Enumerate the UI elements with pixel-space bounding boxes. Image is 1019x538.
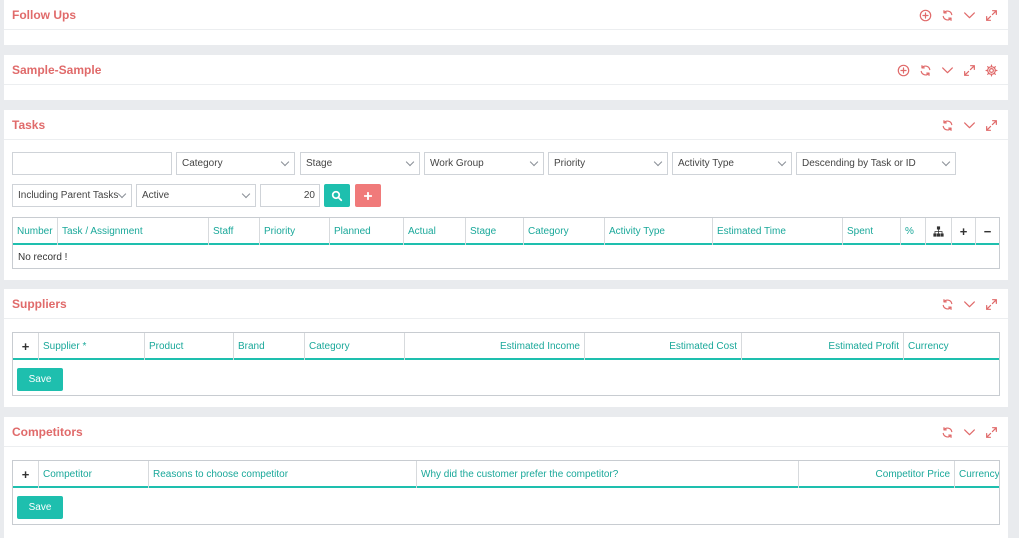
follow-ups-header: Follow Ups: [4, 0, 1008, 30]
tasks-panel: Tasks Category Stage Work Group Priority…: [4, 110, 1008, 280]
column-header[interactable]: Product: [144, 333, 233, 360]
column-header[interactable]: Category: [304, 333, 404, 360]
refresh-icon[interactable]: [938, 6, 956, 24]
tasks-table: Number Task / Assignment Staff Priority …: [12, 217, 1000, 269]
suppliers-table-header: + Supplier * Product Brand Category Esti…: [13, 333, 999, 360]
priority-select[interactable]: Priority: [548, 152, 668, 175]
column-header[interactable]: Estimated Time: [712, 218, 842, 245]
expand-icon[interactable]: [982, 116, 1000, 134]
tasks-table-header: Number Task / Assignment Staff Priority …: [13, 218, 999, 245]
column-header[interactable]: Estimated Profit: [741, 333, 903, 360]
category-select[interactable]: Category: [176, 152, 295, 175]
add-task-button[interactable]: [355, 184, 381, 207]
column-header[interactable]: Category: [523, 218, 604, 245]
suppliers-table: + Supplier * Product Brand Category Esti…: [12, 332, 1000, 396]
follow-ups-panel: Follow Ups: [4, 0, 1008, 45]
column-header[interactable]: Competitor Price: [798, 461, 954, 488]
gear-icon[interactable]: [982, 61, 1000, 79]
hierarchy-button[interactable]: [925, 218, 951, 245]
follow-ups-title: Follow Ups: [12, 8, 76, 22]
sort-select[interactable]: Descending by Task or ID: [796, 152, 956, 175]
competitors-table-header: + Competitor Reasons to choose competito…: [13, 461, 999, 488]
refresh-icon[interactable]: [938, 116, 956, 134]
column-header[interactable]: Why did the customer prefer the competit…: [416, 461, 798, 488]
chevron-down-icon[interactable]: [960, 6, 978, 24]
column-header[interactable]: Task / Assignment: [57, 218, 208, 245]
search-button[interactable]: [324, 184, 350, 207]
save-button[interactable]: Save: [17, 368, 63, 391]
sample-header: Sample-Sample: [4, 55, 1008, 85]
empty-state: No record !: [18, 252, 68, 263]
add-row-button[interactable]: +: [951, 218, 975, 245]
remove-row-button[interactable]: −: [975, 218, 999, 245]
add-icon[interactable]: [916, 6, 934, 24]
column-header[interactable]: Supplier *: [38, 333, 144, 360]
column-header[interactable]: Activity Type: [604, 218, 712, 245]
parent-tasks-select[interactable]: Including Parent Tasks: [12, 184, 132, 207]
competitors-header: Competitors: [4, 417, 1008, 447]
save-button[interactable]: Save: [17, 496, 63, 519]
column-header[interactable]: Planned: [329, 218, 403, 245]
tasks-header: Tasks: [4, 110, 1008, 140]
page-size-input[interactable]: 20: [260, 184, 320, 207]
column-header[interactable]: Brand: [233, 333, 304, 360]
chevron-down-icon[interactable]: [938, 61, 956, 79]
column-header[interactable]: Currency: [903, 333, 999, 360]
chevron-down-icon[interactable]: [960, 295, 978, 313]
column-header[interactable]: Spent: [842, 218, 900, 245]
search-icon: [331, 190, 343, 201]
refresh-icon[interactable]: [916, 61, 934, 79]
column-header[interactable]: Stage: [465, 218, 523, 245]
competitors-table: + Competitor Reasons to choose competito…: [12, 460, 1000, 525]
suppliers-title: Suppliers: [12, 297, 67, 311]
refresh-icon[interactable]: [938, 423, 956, 441]
add-supplier-button[interactable]: +: [13, 333, 38, 360]
column-header[interactable]: Estimated Income: [404, 333, 584, 360]
task-search-input[interactable]: [12, 152, 172, 175]
chevron-down-icon[interactable]: [960, 423, 978, 441]
column-header[interactable]: Actual: [403, 218, 465, 245]
stage-select[interactable]: Stage: [300, 152, 420, 175]
suppliers-header: Suppliers: [4, 289, 1008, 319]
column-header[interactable]: Number: [13, 218, 57, 245]
competitors-title: Competitors: [12, 425, 83, 439]
column-header[interactable]: Estimated Cost: [584, 333, 741, 360]
expand-icon[interactable]: [982, 295, 1000, 313]
chevron-down-icon[interactable]: [960, 116, 978, 134]
add-competitor-button[interactable]: +: [13, 461, 38, 488]
column-header[interactable]: Currency: [954, 461, 999, 488]
plus-icon: [364, 191, 372, 200]
column-header[interactable]: Competitor: [38, 461, 148, 488]
sample-title: Sample-Sample: [12, 63, 102, 77]
work-group-select[interactable]: Work Group: [424, 152, 544, 175]
tasks-title: Tasks: [12, 118, 46, 132]
expand-icon[interactable]: [960, 61, 978, 79]
column-header[interactable]: Staff: [208, 218, 259, 245]
refresh-icon[interactable]: [938, 295, 956, 313]
suppliers-panel: Suppliers + Supplier * Product Brand Cat…: [4, 289, 1008, 407]
sample-panel: Sample-Sample: [4, 55, 1008, 100]
column-header[interactable]: %: [900, 218, 925, 245]
add-icon[interactable]: [894, 61, 912, 79]
column-header[interactable]: Reasons to choose competitor: [148, 461, 416, 488]
hierarchy-icon: [933, 226, 944, 237]
status-select[interactable]: Active: [136, 184, 256, 207]
expand-icon[interactable]: [982, 423, 1000, 441]
column-header[interactable]: Priority: [259, 218, 329, 245]
expand-icon[interactable]: [982, 6, 1000, 24]
competitors-panel: Competitors + Competitor Reasons to choo…: [4, 417, 1008, 538]
activity-type-select[interactable]: Activity Type: [672, 152, 792, 175]
